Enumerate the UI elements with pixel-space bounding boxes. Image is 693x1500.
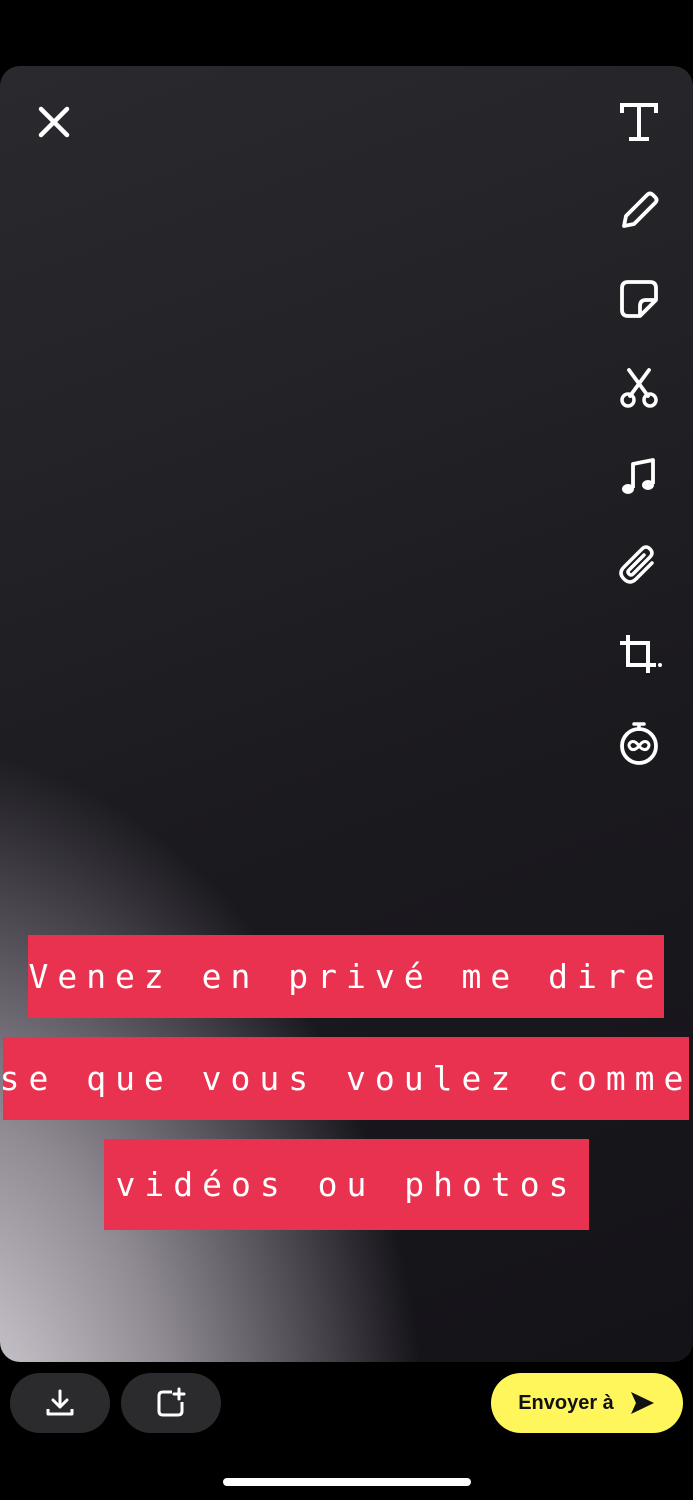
- timer-tool-button[interactable]: [609, 713, 669, 773]
- close-button[interactable]: [24, 92, 84, 152]
- paperclip-icon: [619, 545, 654, 584]
- home-indicator: [223, 1478, 471, 1486]
- sticker-icon: [620, 280, 658, 318]
- music-tool-button[interactable]: [609, 447, 669, 507]
- send-arrow-icon: [630, 1392, 654, 1414]
- text-icon: [620, 103, 658, 141]
- download-icon: [46, 1389, 74, 1416]
- crop-tool-button[interactable]: [609, 624, 669, 684]
- text-tool-button[interactable]: [609, 92, 669, 152]
- caption-text-3: vidéos ou photos: [115, 1165, 578, 1204]
- caption-line-3[interactable]: vidéos ou photos: [104, 1139, 589, 1230]
- add-to-story-button[interactable]: [121, 1373, 221, 1433]
- caption-line-1[interactable]: Venez en privé me dire: [28, 935, 664, 1018]
- pencil-icon: [622, 191, 659, 228]
- attach-link-button[interactable]: [609, 536, 669, 596]
- scissors-tool-button[interactable]: [609, 358, 669, 418]
- status-bar: [0, 0, 693, 66]
- draw-tool-button[interactable]: [609, 181, 669, 241]
- send-to-label: Envoyer à: [518, 1391, 614, 1414]
- music-icon: [622, 458, 655, 494]
- timer-infinite-icon: [620, 722, 658, 765]
- sticker-tool-button[interactable]: [609, 269, 669, 329]
- save-button[interactable]: [10, 1373, 110, 1433]
- caption-line-2[interactable]: se que vous voulez comme: [0, 1037, 693, 1120]
- send-to-button[interactable]: Envoyer à: [491, 1373, 683, 1433]
- crop-icon: [620, 634, 662, 673]
- caption-text-2: se que vous voulez comme: [0, 1059, 693, 1098]
- scissors-icon: [620, 368, 658, 408]
- add-to-story-icon: [157, 1387, 186, 1417]
- caption-text-1: Venez en privé me dire: [28, 957, 664, 996]
- close-icon: [38, 106, 70, 138]
